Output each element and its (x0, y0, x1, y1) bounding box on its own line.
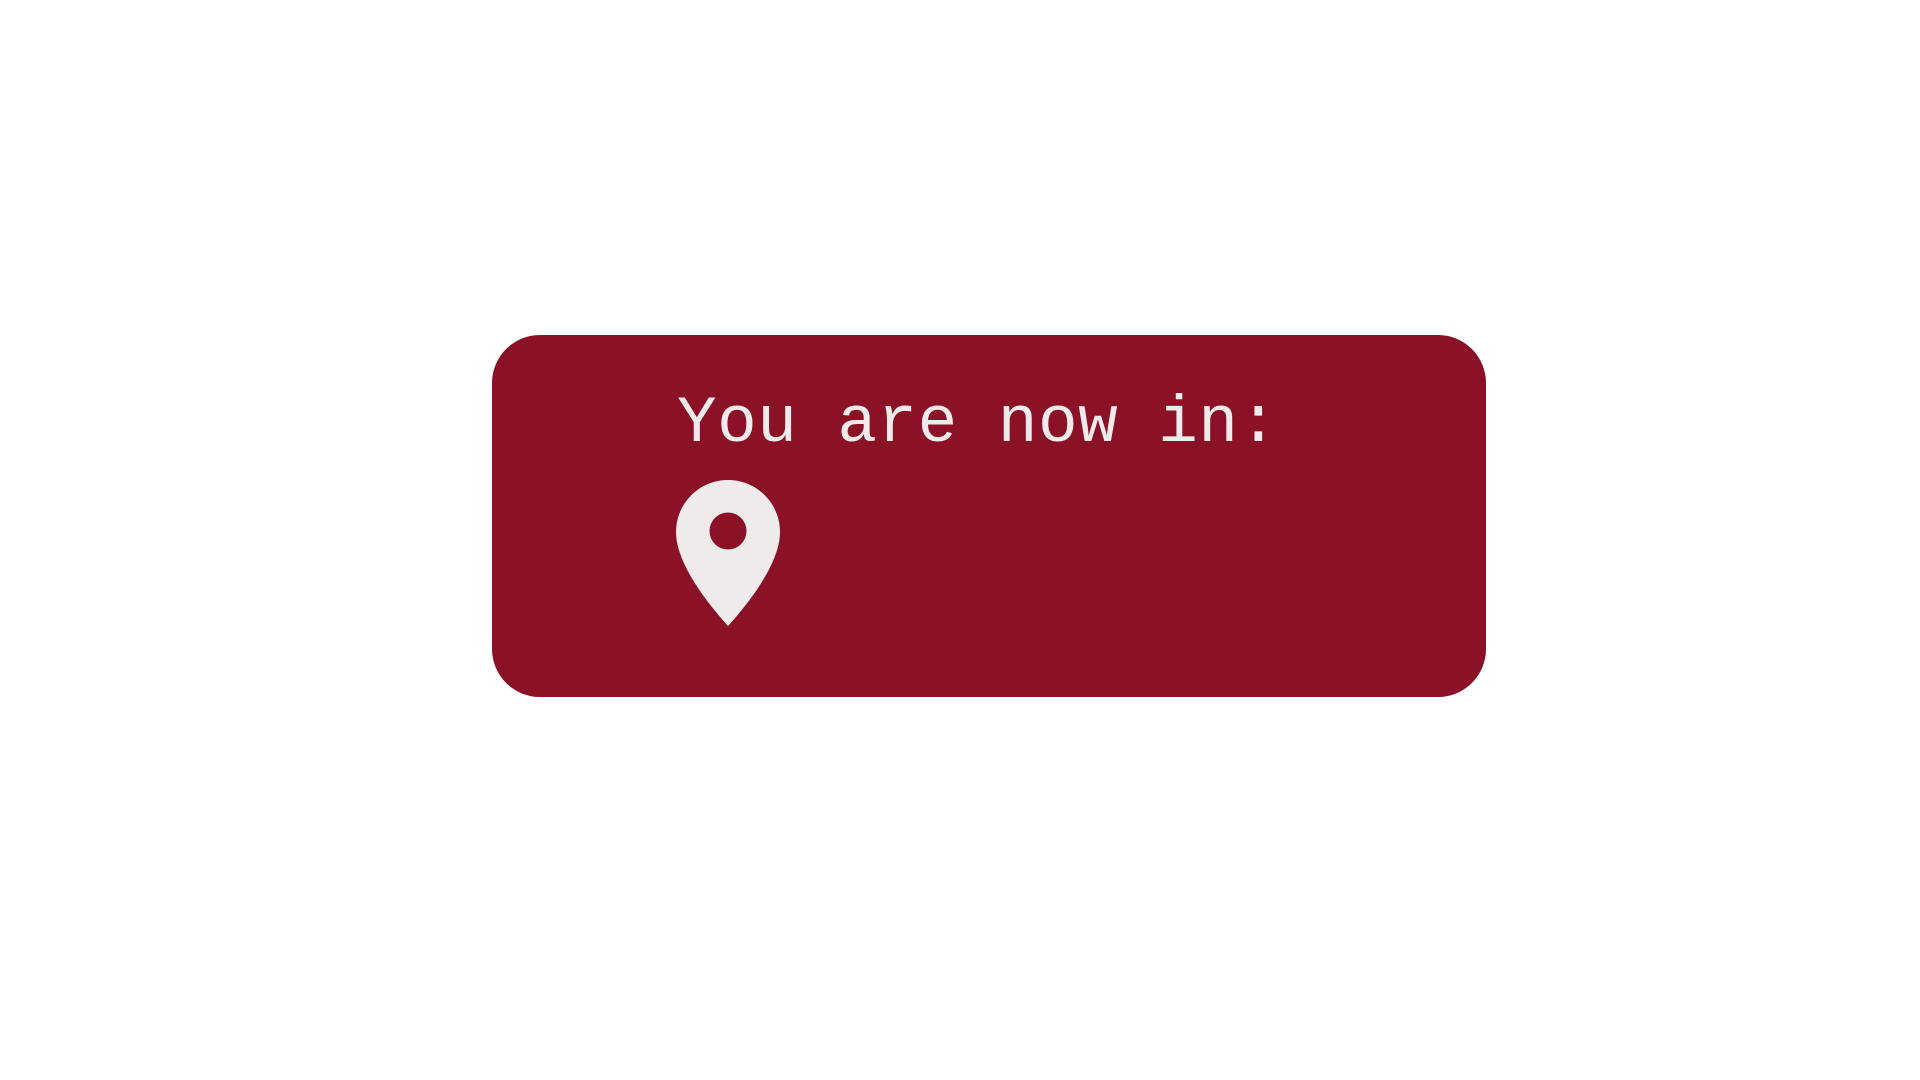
location-heading: You are now in: (677, 386, 1279, 461)
map-pin-icon (676, 480, 780, 626)
page-canvas: You are now in: (0, 0, 1920, 1080)
location-card: You are now in: (492, 335, 1486, 697)
